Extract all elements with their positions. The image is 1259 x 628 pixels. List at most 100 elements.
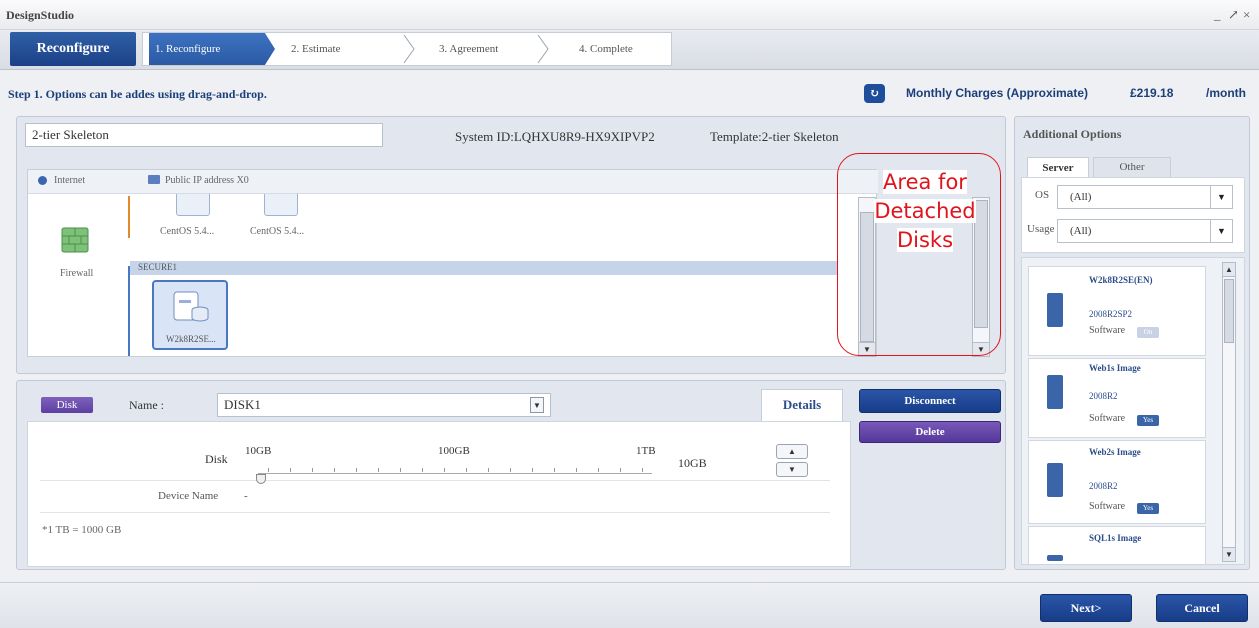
minimize-button[interactable]: _	[1214, 7, 1221, 23]
usage-select-value: (All)	[1070, 225, 1092, 237]
annotation-text: Area for Detached Disks	[860, 168, 990, 255]
firewall-icon[interactable]	[58, 222, 92, 256]
disk-tag: Disk	[41, 397, 93, 413]
dropdown-arrow-icon[interactable]: ▼	[530, 397, 544, 413]
monthly-charges-unit: /month	[1206, 86, 1246, 100]
tab-server[interactable]: Server	[1027, 157, 1089, 177]
options-title: Additional Options	[1023, 127, 1122, 141]
disconnect-button[interactable]: Disconnect	[859, 389, 1001, 413]
annotation-line-1: Area for	[883, 170, 967, 194]
template-name: Template:2-tier Skeleton	[710, 129, 839, 144]
vm-label-1: CentOS 5.4...	[160, 226, 215, 237]
option-type: Software	[1089, 413, 1126, 424]
tab-other[interactable]: Other	[1093, 157, 1171, 177]
option-badge: On	[1137, 327, 1159, 338]
option-version: 2008R2	[1089, 481, 1118, 491]
disk-size-label: Disk	[205, 452, 228, 466]
delete-button[interactable]: Delete	[859, 421, 1001, 443]
restore-button[interactable]: ↗	[1228, 7, 1239, 23]
option-version: 2008R2SP2	[1089, 309, 1133, 319]
scale-mid-label: 100GB	[438, 445, 470, 457]
option-card[interactable]: W2k8R2SE(EN) 2008R2SP2 Software On	[1028, 266, 1206, 356]
chevron-right-icon	[537, 34, 549, 64]
option-version: 2008R2	[1089, 391, 1118, 401]
option-name: Web1s Image	[1089, 363, 1141, 373]
disk-name-select[interactable]: DISK1 ▼	[217, 393, 551, 417]
unit-note: *1 TB = 1000 GB	[42, 524, 122, 536]
dropdown-arrow-icon[interactable]: ▼	[1210, 220, 1232, 242]
additional-options-panel: Additional Options Server Other OS (All)…	[1014, 116, 1250, 570]
globe-icon	[38, 176, 47, 185]
slider-track[interactable]	[258, 473, 652, 474]
step-complete[interactable]: 4. Complete	[579, 33, 633, 65]
options-list: W2k8R2SE(EN) 2008R2SP2 Software On Web1s…	[1021, 257, 1245, 565]
wizard-steps: 1. Reconfigure 2. Estimate 3. Agreement …	[142, 32, 672, 66]
option-name: Web2s Image	[1089, 447, 1141, 457]
server-icon	[1047, 293, 1063, 327]
device-name-label: Device Name	[158, 490, 219, 502]
step-agreement[interactable]: 3. Agreement	[439, 33, 498, 65]
disk-name-label: Name :	[129, 398, 164, 412]
size-increase-icon[interactable]: ▲	[776, 444, 808, 459]
option-card[interactable]: Web2s Image 2008R2 Software Yes	[1028, 440, 1206, 524]
device-name-value: -	[244, 490, 248, 502]
server-label: W2k8R2SE...	[166, 334, 216, 344]
disk-name-value: DISK1	[224, 397, 261, 412]
system-id: System ID:LQHXU8R9-HX9XIPVP2	[455, 129, 655, 144]
title-bar: DesignStudio _ ↗ ×	[0, 0, 1259, 30]
options-scrollbar[interactable]: ▲ ▼	[1222, 262, 1236, 562]
segment-label: SECURE1	[138, 262, 178, 272]
annotation-line-2: Detached	[874, 199, 976, 223]
usage-label: Usage	[1027, 223, 1055, 235]
refresh-calculator-icon[interactable]: ↻	[864, 84, 885, 103]
disk-panel: Disk Name : DISK1 ▼ Details Disconnect D…	[16, 380, 1006, 570]
public-ip-label: Public IP address X0	[165, 175, 249, 186]
usage-select[interactable]: (All) ▼	[1057, 219, 1233, 243]
server-node-selected[interactable]: W2k8R2SE...	[152, 280, 228, 350]
scroll-thumb[interactable]	[1224, 279, 1234, 343]
details-tab[interactable]: Details	[761, 389, 843, 421]
cancel-button[interactable]: Cancel	[1156, 594, 1248, 622]
divider	[40, 512, 830, 513]
size-decrease-icon[interactable]: ▼	[776, 462, 808, 477]
server-icon	[1047, 463, 1063, 497]
disk-detail-area	[27, 421, 851, 567]
option-card[interactable]: Web1s Image 2008R2 Software Yes	[1028, 358, 1206, 438]
monthly-charges-label: Monthly Charges (Approximate)	[906, 86, 1089, 100]
segment-line-secure	[128, 266, 130, 356]
section-label: Reconfigure	[10, 32, 136, 66]
step-reconfigure[interactable]: 1. Reconfigure	[149, 33, 275, 65]
dropdown-arrow-icon[interactable]: ▼	[1210, 186, 1232, 208]
option-type: Software	[1089, 325, 1126, 336]
topology-canvas: Internet Public IP address X0 Firewall C…	[27, 169, 878, 357]
vm-icon[interactable]	[176, 194, 210, 216]
secure-segment-bar	[130, 261, 838, 275]
vm-icon[interactable]	[264, 194, 298, 216]
option-badge: Yes	[1137, 503, 1159, 514]
option-type: Software	[1089, 501, 1126, 512]
ip-address-icon	[148, 175, 160, 184]
server-icon	[1047, 375, 1063, 409]
segment-line-dmz	[128, 196, 130, 238]
server-icon	[173, 291, 209, 322]
os-select[interactable]: (All) ▼	[1057, 185, 1233, 209]
close-button[interactable]: ×	[1243, 7, 1250, 23]
firewall-label: Firewall	[60, 268, 94, 279]
vm-label-2: CentOS 5.4...	[250, 226, 305, 237]
scale-max-label: 1TB	[636, 445, 656, 457]
wizard-bar: Reconfigure 1. Reconfigure 2. Estimate 3…	[0, 30, 1259, 70]
step-estimate[interactable]: 2. Estimate	[291, 33, 341, 65]
server-icon	[1047, 555, 1063, 561]
disk-size-value: 10GB	[678, 456, 707, 470]
scroll-up-icon[interactable]: ▲	[1223, 263, 1235, 277]
scale-min-label: 10GB	[245, 445, 272, 457]
option-card[interactable]: SQL1s Image	[1028, 526, 1206, 564]
system-name-field[interactable]: 2-tier Skeleton	[25, 123, 383, 147]
next-button[interactable]: Next>	[1040, 594, 1132, 622]
scroll-down-icon[interactable]: ▼	[1223, 547, 1235, 561]
option-name: SQL1s Image	[1089, 533, 1142, 543]
chevron-right-icon	[403, 34, 415, 64]
monthly-charges-amount: £219.18	[1130, 86, 1174, 100]
app-title: DesignStudio	[6, 8, 75, 22]
slider-handle[interactable]	[256, 474, 266, 484]
